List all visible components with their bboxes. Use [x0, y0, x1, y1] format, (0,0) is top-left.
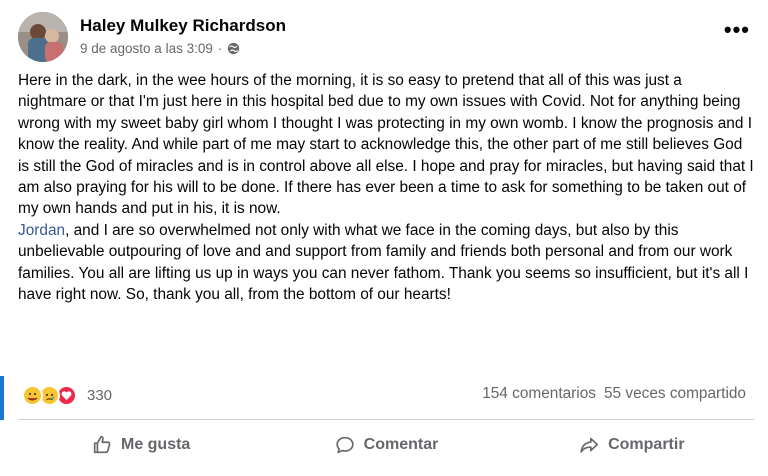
care-reaction-icon: [22, 384, 43, 406]
comment-bubble-icon: [336, 436, 354, 454]
engagement-stats: 154 comentarios 55 veces compartido: [482, 385, 746, 403]
avatar-photo: [18, 12, 68, 62]
post-actions: Me gusta Comentar Compartir: [18, 420, 754, 470]
post-paragraph-2-text: , and I are so overwhelmed not only with…: [18, 221, 749, 304]
author-avatar[interactable]: [18, 12, 68, 62]
share-label: Compartir: [608, 436, 685, 453]
post-paragraph-2: Jordan, and I are so overwhelmed not onl…: [18, 220, 754, 306]
meta-separator: ·: [217, 41, 223, 56]
mention-link[interactable]: Jordan: [18, 222, 65, 239]
facebook-post: Haley Mulkey Richardson 9 de agosto a la…: [0, 0, 768, 476]
post-meta: 9 de agosto a las 3:09 ·: [80, 41, 240, 56]
comment-count[interactable]: 154 comentarios: [482, 385, 596, 403]
share-count[interactable]: 55 veces compartido: [604, 385, 746, 403]
post-header: Haley Mulkey Richardson 9 de agosto a la…: [18, 12, 758, 62]
like-label: Me gusta: [120, 436, 191, 453]
more-options-button[interactable]: •••: [724, 19, 750, 41]
left-accent-bar: [0, 376, 4, 420]
reaction-count[interactable]: 330: [87, 387, 112, 404]
thumbs-up-icon: [93, 435, 111, 454]
comment-button[interactable]: Comentar: [263, 420, 508, 470]
post-date[interactable]: 9 de agosto a las 3:09: [80, 41, 213, 56]
share-button[interactable]: Compartir: [509, 420, 754, 470]
post-text: Here in the dark, in the wee hours of th…: [18, 70, 754, 305]
share-arrow-icon: [580, 437, 599, 453]
author-name[interactable]: Haley Mulkey Richardson: [80, 16, 286, 36]
reaction-summary[interactable]: 330: [22, 384, 112, 406]
comment-label: Comentar: [363, 436, 439, 453]
post-paragraph-1: Here in the dark, in the wee hours of th…: [18, 72, 754, 218]
globe-icon[interactable]: [227, 42, 240, 55]
like-button[interactable]: Me gusta: [18, 420, 263, 470]
